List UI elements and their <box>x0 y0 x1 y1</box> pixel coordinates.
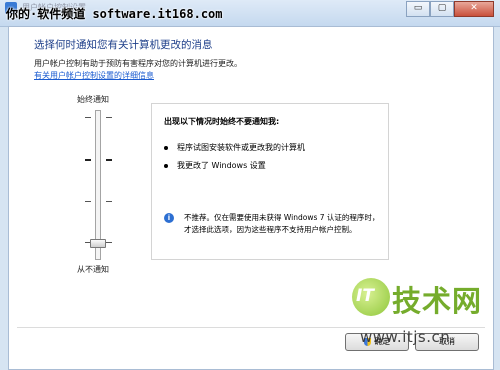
slider-top-label: 始终通知 <box>77 95 109 104</box>
list-item: 程序试图安装软件或更改我的计算机 <box>164 142 305 153</box>
warning-note: 不推荐。仅在需要使用未获得 Windows 7 认证的程序时，才选择此选项，因为… <box>184 213 380 234</box>
slider-tick <box>106 201 112 202</box>
minimize-button[interactable]: ▭ <box>406 1 430 17</box>
close-button[interactable]: ✕ <box>454 1 494 17</box>
info-icon: i <box>164 213 174 223</box>
slider-tick <box>106 117 112 118</box>
info-title: 出现以下情况时始终不要通知我: <box>164 117 280 126</box>
slider-tick <box>85 201 91 202</box>
more-info-link[interactable]: 有关用户帐户控制设置的详细信息 <box>34 70 154 81</box>
logo-url: www.itjs.cn <box>360 328 451 346</box>
notification-slider-track[interactable] <box>95 110 101 260</box>
list-item: 我更改了 Windows 设置 <box>164 160 266 171</box>
slider-bottom-label: 从不通知 <box>77 265 109 274</box>
slider-tick <box>106 159 112 161</box>
page-title: 选择何时通知您有关计算机更改的消息 <box>34 39 213 51</box>
bullet-icon <box>164 163 168 168</box>
slider-tick <box>106 242 112 243</box>
slider-tick <box>85 117 91 118</box>
setting-description-box: 出现以下情况时始终不要通知我: 程序试图安装软件或更改我的计算机 我更改了 Wi… <box>151 103 389 260</box>
site-watermark: 你的·软件频道 software.it168.com <box>6 7 223 21</box>
maximize-button[interactable]: ▢ <box>430 1 454 17</box>
window-controls: ▭ ▢ ✕ <box>406 1 494 17</box>
title-bar: 用户帐户控制设置 你的·软件频道 software.it168.com ▭ ▢ … <box>0 0 500 27</box>
bullet-icon <box>164 145 168 150</box>
slider-tick <box>85 159 91 161</box>
description-text: 用户帐户控制有助于预防有害程序对您的计算机进行更改。 <box>34 59 242 68</box>
bullet-text: 程序试图安装软件或更改我的计算机 <box>177 143 305 152</box>
bullet-text: 我更改了 Windows 设置 <box>177 161 266 170</box>
site-logo: IT 技术网 www.itjs.cn <box>342 268 492 360</box>
notification-slider-thumb[interactable] <box>90 239 106 248</box>
logo-name: 技术网 <box>392 284 483 318</box>
logo-mark: IT <box>356 286 374 306</box>
